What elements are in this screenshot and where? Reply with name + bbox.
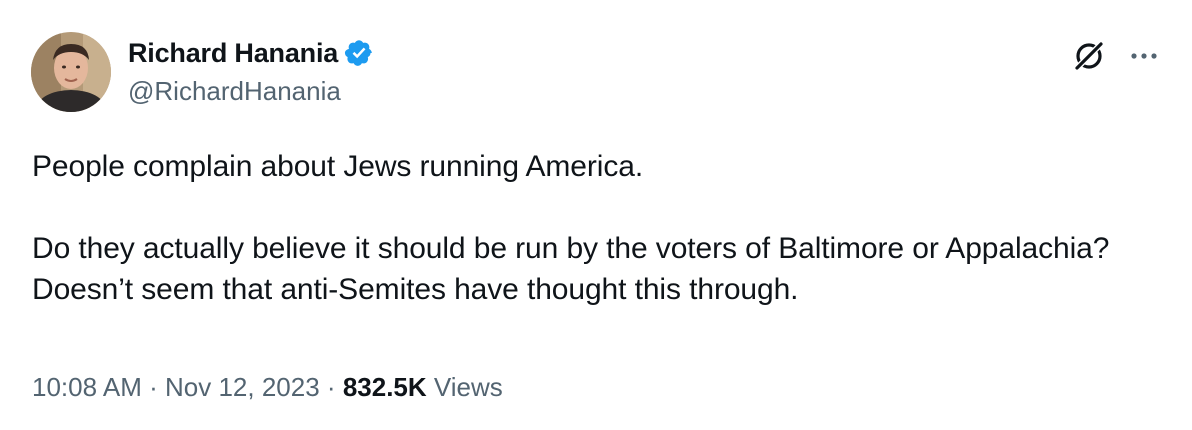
verified-badge-icon[interactable] bbox=[344, 38, 374, 68]
tweet-paragraph: People complain about Jews running Ameri… bbox=[32, 150, 644, 183]
top-actions bbox=[1072, 38, 1162, 74]
author-info: Richard Hanania @RichardHanania bbox=[128, 36, 374, 107]
name-row: Richard Hanania bbox=[128, 36, 374, 70]
tweet-meta: 10:08 AM · Nov 12, 2023 · 832.5K Views bbox=[32, 372, 503, 403]
display-name[interactable]: Richard Hanania bbox=[128, 38, 338, 69]
tweet-time[interactable]: 10:08 AM bbox=[32, 372, 142, 402]
grok-icon[interactable] bbox=[1072, 39, 1106, 73]
avatar-image bbox=[31, 32, 111, 112]
views-label: Views bbox=[433, 372, 503, 402]
tweet-date[interactable]: Nov 12, 2023 bbox=[165, 372, 320, 402]
avatar[interactable] bbox=[31, 32, 111, 112]
views-count: 832.5K bbox=[342, 372, 427, 402]
meta-separator: · bbox=[326, 372, 336, 402]
handle[interactable]: @RichardHanania bbox=[128, 76, 374, 107]
meta-separator: · bbox=[149, 372, 158, 402]
tweet-card: Richard Hanania @RichardHanania People c… bbox=[0, 0, 1192, 430]
more-options-icon[interactable] bbox=[1126, 38, 1162, 74]
tweet-text: People complain about Jews running Ameri… bbox=[32, 146, 1162, 310]
tweet-paragraph: Do they actually believe it should be ru… bbox=[32, 232, 1110, 306]
